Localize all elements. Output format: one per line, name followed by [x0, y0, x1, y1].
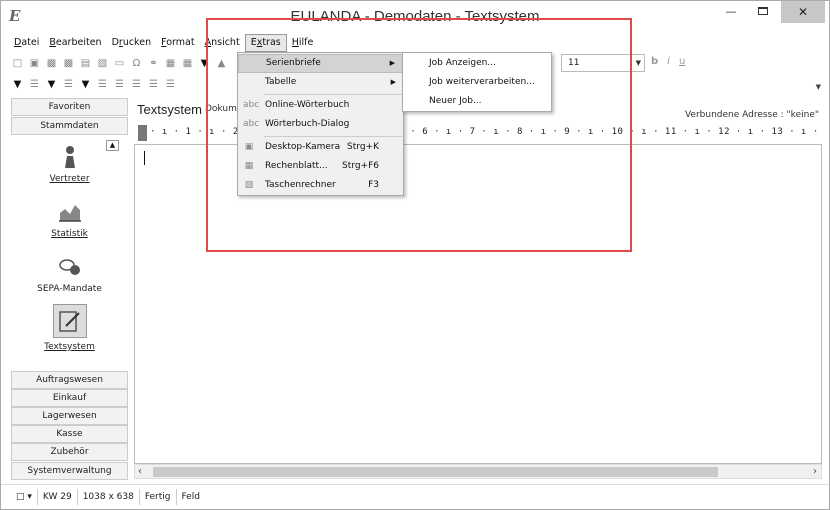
module-sepa[interactable]: SEPA-Mandate — [11, 254, 128, 294]
module-vertreter[interactable]: Vertreter — [11, 144, 128, 184]
save-as-icon[interactable]: ▩ — [62, 57, 75, 70]
maximize-icon — [758, 7, 768, 15]
nav-lagerwesen[interactable]: Lagerwesen — [11, 407, 128, 425]
indent-dropdown-icon[interactable]: ▼ — [79, 78, 92, 91]
nav-favoriten[interactable]: Favoriten — [11, 98, 128, 116]
bold-button[interactable]: b — [651, 56, 658, 67]
scrollbar-thumb[interactable] — [153, 467, 718, 477]
status-week: KW 29 — [38, 489, 78, 505]
status-dimensions: 1038 x 638 — [78, 489, 140, 505]
menu-format-label: Format — [161, 37, 195, 48]
toolbar-overflow-icon[interactable]: ▼ — [816, 83, 821, 91]
scroll-left-icon[interactable]: ‹ — [138, 465, 142, 478]
module-textsystem-frame — [52, 304, 87, 338]
text-caret — [144, 151, 145, 165]
nav-kasse[interactable]: Kasse — [11, 425, 128, 443]
module-textsystem-label: Textsystem — [44, 342, 95, 352]
italic-button[interactable]: i — [667, 56, 670, 67]
view-mode-icon[interactable]: □ ▾ — [11, 489, 38, 505]
format-buttons: b i u — [651, 56, 685, 67]
menu-bearbeiten-label: Bearbeiten — [49, 37, 102, 48]
delete-icon[interactable]: ▧ — [96, 57, 109, 70]
module-vertreter-label: Vertreter — [49, 174, 90, 184]
module-list: ▲ Vertreter Statistik SEPA-Mandate Texts… — [11, 136, 128, 368]
minimize-button[interactable]: — — [715, 1, 747, 23]
indent-icon[interactable]: ☰ — [62, 78, 75, 91]
nav-auftragswesen[interactable]: Auftragswesen — [11, 371, 128, 389]
chart-icon — [58, 205, 81, 222]
navigation-panel: Favoriten Stammdaten ▲ Vertreter Statist… — [11, 98, 128, 483]
scroll-right-icon[interactable]: › — [813, 465, 817, 478]
menu-format[interactable]: Format — [156, 34, 200, 52]
toolbar-standard: □ ▣ ▩ ▩ ▤ ▧ ▭ Ω ⚭ ▦ ▦ ▼ ▲ — [11, 54, 228, 72]
app-window: E EULANDA - Demodaten - Textsystem — ✕ D… — [0, 0, 830, 510]
nav-einkauf[interactable]: Einkauf — [11, 389, 128, 407]
numbering-dropdown-icon[interactable]: ▼ — [45, 78, 58, 91]
align-right-icon[interactable]: ☰ — [130, 78, 143, 91]
justify-icon[interactable]: ☰ — [147, 78, 160, 91]
open-folder-icon[interactable]: ▣ — [28, 57, 41, 70]
menu-drucken-label: Drucken — [111, 37, 152, 48]
menu-drucken[interactable]: Drucken — [107, 34, 157, 52]
list-dropdown-icon[interactable]: ▼ — [11, 78, 24, 91]
print-preview-icon[interactable]: ▤ — [79, 57, 92, 70]
module-sepa-label: SEPA-Mandate — [37, 284, 102, 294]
document-title: Textsystem — [137, 102, 203, 117]
maximize-button[interactable] — [747, 1, 779, 23]
underline-button[interactable]: u — [679, 56, 685, 67]
copy-icon[interactable]: ▭ — [113, 57, 126, 70]
align-left-icon[interactable]: ☰ — [96, 78, 109, 91]
menu-datei-label: Datei — [14, 37, 40, 48]
chevron-down-icon: ▼ — [635, 59, 641, 67]
new-document-icon[interactable]: □ — [11, 57, 24, 70]
status-field: Feld — [181, 492, 200, 502]
linked-address: Verbundene Adresse : "keine" — [684, 110, 819, 120]
module-textsystem[interactable]: Textsystem — [11, 304, 128, 352]
nav-systemverwaltung[interactable]: Systemverwaltung — [11, 462, 128, 480]
menu-bearbeiten[interactable]: Bearbeiten — [44, 34, 106, 52]
align-center-icon[interactable]: ☰ — [113, 78, 126, 91]
toolbar-paragraph: ▼ ☰ ▼ ☰ ▼ ☰ ☰ ☰ ☰ ☰ — [11, 75, 177, 93]
numbering-icon[interactable]: ☰ — [28, 78, 41, 91]
status-bar: □ ▾ KW 29 1038 x 638 Fertig Feld — [1, 484, 829, 509]
highlight-annotation — [206, 18, 632, 252]
status-state: Fertig — [140, 489, 177, 505]
horizontal-scrollbar[interactable]: ‹ › — [134, 464, 822, 479]
pen-paper-icon — [58, 311, 80, 332]
module-statistik[interactable]: Statistik — [11, 199, 128, 239]
module-statistik-label: Statistik — [51, 229, 88, 239]
save-icon[interactable]: ▩ — [45, 57, 58, 70]
nav-zubehoer[interactable]: Zubehör — [11, 443, 128, 461]
menu-datei[interactable]: Datei — [9, 34, 44, 52]
symbol-icon[interactable]: Ω — [130, 57, 143, 70]
close-button[interactable]: ✕ — [781, 1, 825, 23]
chess-piece-icon — [64, 146, 75, 168]
coins-icon — [58, 259, 80, 275]
nav-stammdaten[interactable]: Stammdaten — [11, 117, 128, 135]
table-icon[interactable]: ▦ — [181, 57, 194, 70]
indent-marker-icon[interactable] — [138, 125, 147, 141]
hyperlink-icon[interactable]: ⚭ — [147, 57, 160, 70]
insert-field-icon[interactable]: ▦ — [164, 57, 177, 70]
outdent-icon[interactable]: ☰ — [164, 78, 177, 91]
